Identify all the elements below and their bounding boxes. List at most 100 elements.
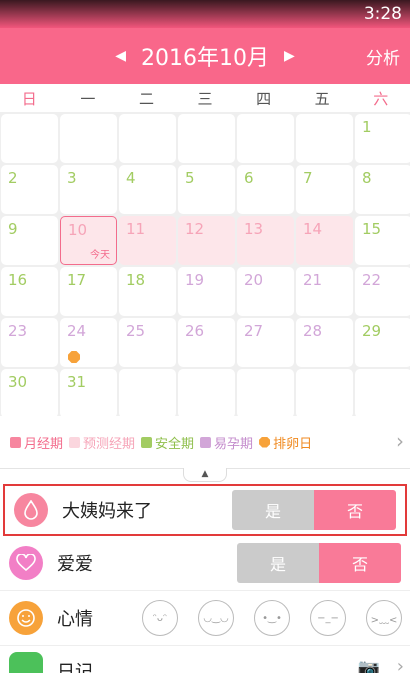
camera-icon[interactable]: 📷 xyxy=(358,658,380,673)
calendar-day[interactable]: 24 xyxy=(60,318,117,367)
calendar-day[interactable]: 31 xyxy=(60,369,117,418)
legend-swatch xyxy=(200,436,212,448)
calendar-day[interactable]: 21 xyxy=(296,267,353,316)
calendar-empty-cell xyxy=(296,114,353,163)
calendar-day[interactable]: 26 xyxy=(178,318,235,367)
calendar-day[interactable]: 12 xyxy=(178,216,235,265)
legend-label: 安全期 xyxy=(155,436,195,452)
calendar-day[interactable]: 16 xyxy=(1,267,58,316)
period-yes-button[interactable]: 是 xyxy=(232,490,314,530)
period-no-button[interactable]: 否 xyxy=(314,490,396,530)
mood-face-icon[interactable]: >﹏< xyxy=(366,600,402,636)
day-number: 21 xyxy=(303,271,323,289)
calendar-empty-cell xyxy=(296,369,353,418)
mood-face-icon[interactable]: •‿• xyxy=(254,600,290,636)
collapse-toggle-icon[interactable]: ▲ xyxy=(183,468,227,482)
day-number: 20 xyxy=(244,271,264,289)
legend-item: 排卵日 xyxy=(259,433,312,452)
calendar-empty-cell xyxy=(178,114,235,163)
weekday-header: 日一二三四五六 xyxy=(0,84,410,112)
day-number: 30 xyxy=(8,373,28,391)
calendar-day[interactable]: 23 xyxy=(1,318,58,367)
day-number: 16 xyxy=(8,271,28,289)
calendar-day[interactable]: 7 xyxy=(296,165,353,214)
calendar-day[interactable]: 22 xyxy=(355,267,410,316)
day-number: 18 xyxy=(126,271,146,289)
love-no-button[interactable]: 否 xyxy=(319,543,401,583)
day-number: 14 xyxy=(303,220,323,238)
legend-swatch xyxy=(141,436,153,448)
mood-face-icon[interactable]: −_− xyxy=(310,600,346,636)
mood-row: 心情 ᵔᴗᵔ ◡‿◡ •‿• −_− >﹏< xyxy=(0,591,410,646)
calendar-empty-cell xyxy=(60,114,117,163)
day-number: 29 xyxy=(362,322,382,340)
ovulation-marker-icon xyxy=(68,351,80,363)
calendar-empty-cell xyxy=(1,114,58,163)
calendar-day[interactable]: 30 xyxy=(1,369,58,418)
day-number: 15 xyxy=(362,220,382,238)
calendar-day[interactable]: 6 xyxy=(237,165,294,214)
weekday-label: 五 xyxy=(314,89,330,108)
analysis-button[interactable]: 分析 xyxy=(366,44,400,69)
calendar-day[interactable]: 27 xyxy=(237,318,294,367)
calendar-day[interactable]: 14 xyxy=(296,216,353,265)
prev-month-icon[interactable]: ◀ xyxy=(107,48,134,64)
calendar-day[interactable]: 9 xyxy=(1,216,58,265)
legend-item: 易孕期 xyxy=(200,433,253,452)
day-number: 26 xyxy=(185,322,205,340)
weekday-label: 日 xyxy=(21,89,37,108)
calendar-day[interactable]: 8 xyxy=(355,165,410,214)
legend-chevron-icon[interactable]: › xyxy=(396,429,404,453)
calendar-day[interactable]: 2 xyxy=(1,165,58,214)
day-number: 31 xyxy=(67,373,87,391)
calendar-day[interactable]: 5 xyxy=(178,165,235,214)
calendar-day[interactable]: 10 今天 xyxy=(60,216,117,265)
day-number: 6 xyxy=(244,169,254,187)
calendar-empty-cell xyxy=(119,369,176,418)
day-number: 11 xyxy=(126,220,146,238)
day-number: 9 xyxy=(8,220,18,238)
calendar-day[interactable]: 15 xyxy=(355,216,410,265)
today-label: 今天 xyxy=(90,250,110,261)
day-number: 7 xyxy=(303,169,313,187)
calendar-day[interactable]: 4 xyxy=(119,165,176,214)
day-number: 13 xyxy=(244,220,264,238)
diary-chevron-icon[interactable]: › xyxy=(397,656,404,673)
smile-icon xyxy=(9,601,43,635)
calendar-day[interactable]: 13 xyxy=(237,216,294,265)
calendar-day[interactable]: 20 xyxy=(237,267,294,316)
legend-item: 月经期 xyxy=(10,433,63,452)
calendar-day[interactable]: 3 xyxy=(60,165,117,214)
calendar-day[interactable]: 1 xyxy=(355,114,410,163)
day-number: 10 xyxy=(68,221,88,239)
diary-row[interactable]: 日记 📷 › xyxy=(0,646,410,673)
love-yes-button[interactable]: 是 xyxy=(237,543,319,583)
day-number: 27 xyxy=(244,322,264,340)
calendar-empty-cell xyxy=(178,369,235,418)
month-navigator: ◀ 2016年10月 ▶ xyxy=(0,40,410,72)
calendar-day[interactable]: 19 xyxy=(178,267,235,316)
mood-face-icon[interactable]: ◡‿◡ xyxy=(198,600,234,636)
day-number: 4 xyxy=(126,169,136,187)
calendar-day[interactable]: 29 xyxy=(355,318,410,367)
calendar-day[interactable]: 28 xyxy=(296,318,353,367)
legend-swatch xyxy=(10,436,21,448)
status-time: 3:28 xyxy=(363,4,402,24)
day-number: 1 xyxy=(362,118,372,136)
day-number: 8 xyxy=(362,169,372,187)
calendar-day[interactable]: 25 xyxy=(119,318,176,367)
calendar-day[interactable]: 18 xyxy=(119,267,176,316)
mood-face-icon[interactable]: ᵔᴗᵔ xyxy=(142,600,178,636)
calendar-day[interactable]: 11 xyxy=(119,216,176,265)
day-number: 2 xyxy=(8,169,18,187)
calendar-day[interactable]: 17 xyxy=(60,267,117,316)
weekday-label: 三 xyxy=(197,89,213,108)
period-row: 大姨妈来了 是 否 xyxy=(3,484,407,536)
next-month-icon[interactable]: ▶ xyxy=(276,48,303,64)
drop-icon xyxy=(14,493,48,527)
period-toggle: 是 否 xyxy=(232,490,396,530)
diary-label: 日记 xyxy=(57,662,93,673)
app-header: ◀ 2016年10月 ▶ 分析 xyxy=(0,28,410,84)
heart-icon xyxy=(9,546,43,580)
weekday-label: 六 xyxy=(373,89,389,108)
